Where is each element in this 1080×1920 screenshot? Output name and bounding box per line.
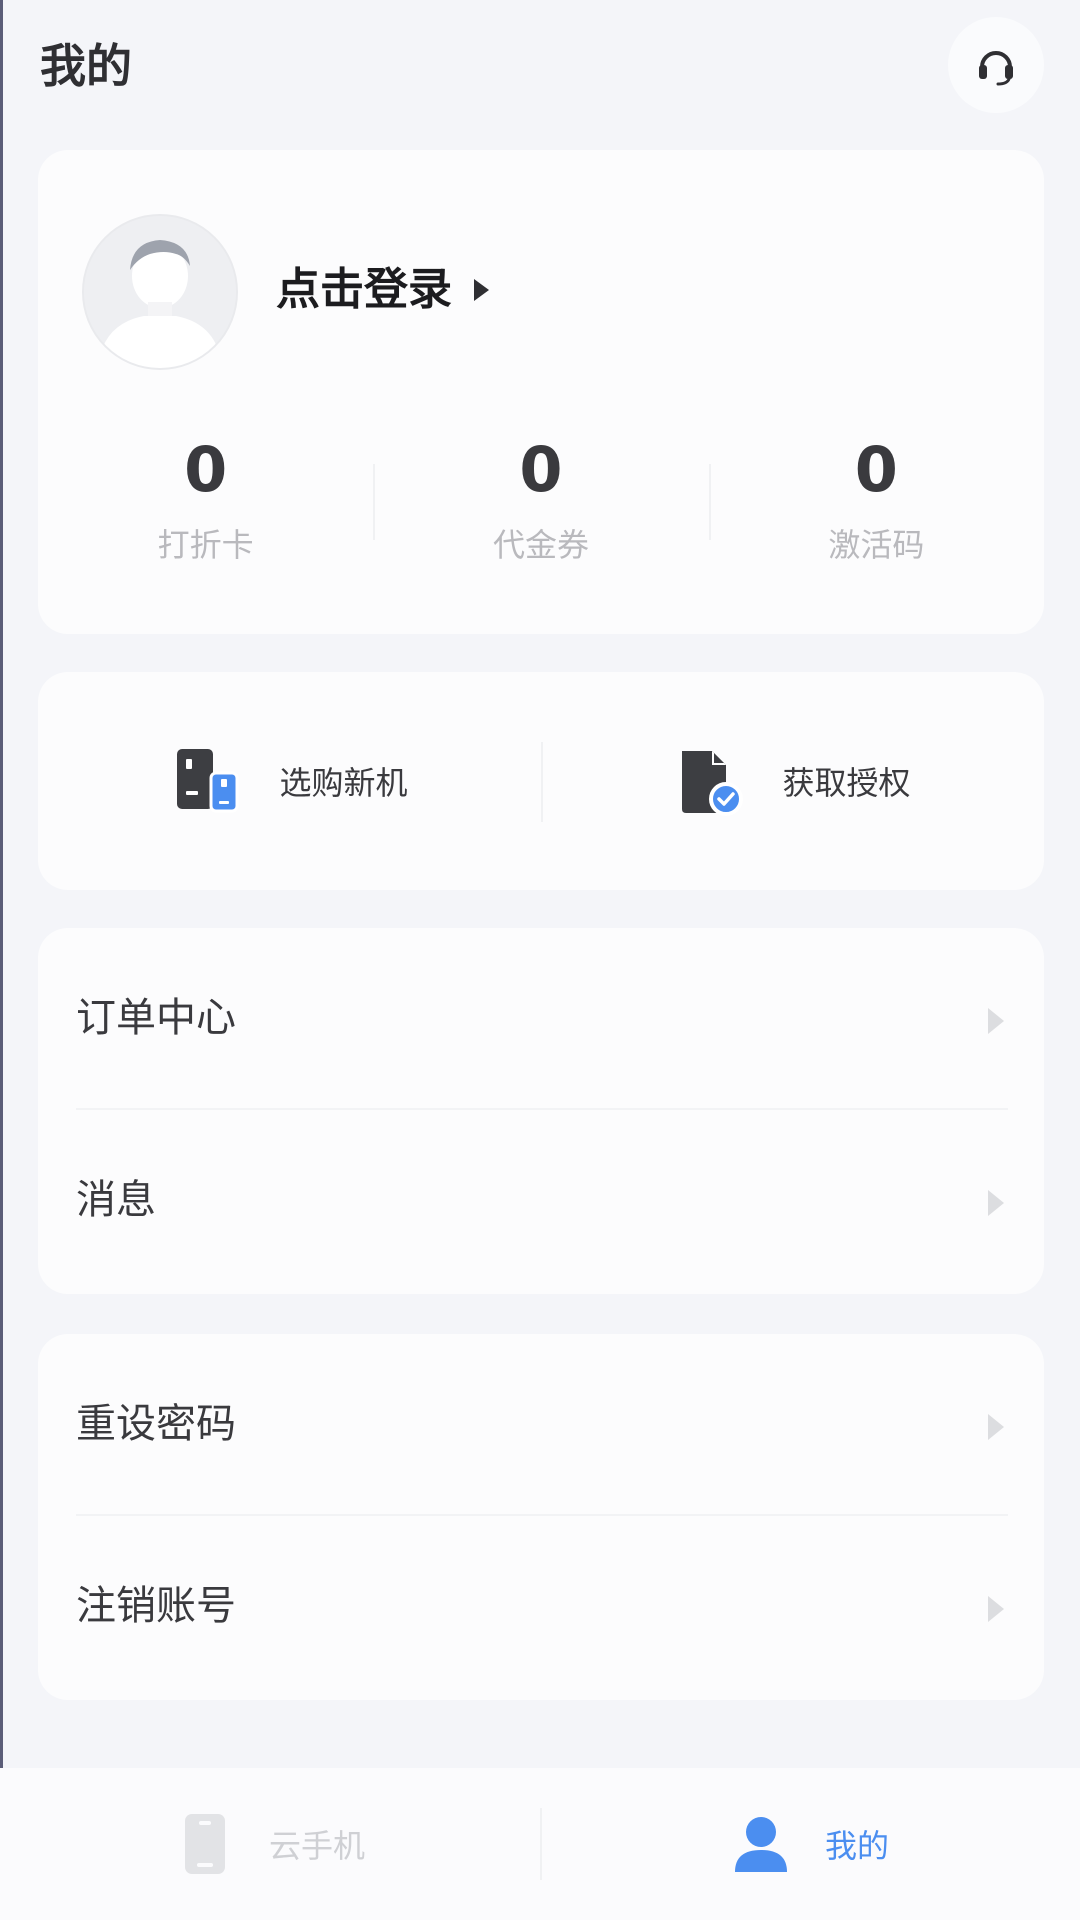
menu-item-label: 消息 <box>76 1177 156 1223</box>
default-avatar-icon <box>84 216 236 368</box>
menu-card-orders: 订单中心 消息 <box>38 928 1044 1294</box>
profile-card: 点击登录 0 打折卡 0 代金券 0 激活码 <box>38 150 1044 634</box>
login-link[interactable]: 点击登录 <box>276 260 489 320</box>
chevron-right-icon <box>988 1190 1004 1216</box>
header: 我的 <box>0 0 1080 140</box>
menu-item-delete-account[interactable]: 注销账号 <box>38 1516 1044 1698</box>
tab-cloud-phone[interactable]: 云手机 <box>0 1768 540 1920</box>
login-label: 点击登录 <box>276 264 452 315</box>
quick-actions-card: 选购新机 获取授权 <box>38 672 1044 890</box>
chevron-right-icon <box>988 1414 1004 1440</box>
stats-row: 0 打折卡 0 代金券 0 激活码 <box>38 430 1044 580</box>
stat-label: 激活码 <box>828 526 925 564</box>
quick-action-label: 获取授权 <box>782 764 911 802</box>
menu-item-label: 订单中心 <box>76 995 236 1041</box>
stat-label: 打折卡 <box>157 526 254 564</box>
chevron-right-icon <box>988 1008 1004 1034</box>
stat-activation-code[interactable]: 0 激活码 <box>708 430 1044 580</box>
user-icon <box>731 1814 791 1874</box>
chevron-right-icon <box>988 1596 1004 1622</box>
stat-voucher[interactable]: 0 代金券 <box>373 430 708 580</box>
phone-icon <box>175 1814 235 1874</box>
get-authorization-button[interactable]: 获取授权 <box>541 672 1044 890</box>
stat-discount-card[interactable]: 0 打折卡 <box>38 430 373 580</box>
avatar[interactable] <box>82 214 238 370</box>
stat-value: 0 <box>854 433 898 506</box>
stat-value: 0 <box>519 433 563 506</box>
menu-item-messages[interactable]: 消息 <box>38 1110 1044 1292</box>
headset-icon <box>979 51 1013 86</box>
buy-new-device-button[interactable]: 选购新机 <box>38 672 541 890</box>
phones-icon <box>171 745 243 817</box>
bottom-tab-bar: 云手机 我的 <box>0 1768 1080 1920</box>
left-edge <box>0 0 3 1920</box>
page-title: 我的 <box>40 39 132 93</box>
menu-item-label: 注销账号 <box>76 1583 236 1629</box>
menu-card-account: 重设密码 注销账号 <box>38 1334 1044 1700</box>
tab-label: 我的 <box>824 1827 889 1865</box>
stat-label: 代金券 <box>492 526 589 564</box>
quick-action-label: 选购新机 <box>279 764 408 802</box>
menu-item-label: 重设密码 <box>76 1401 236 1447</box>
menu-item-order-center[interactable]: 订单中心 <box>38 928 1044 1110</box>
menu-item-reset-password[interactable]: 重设密码 <box>38 1334 1044 1516</box>
stat-value: 0 <box>184 433 228 506</box>
tab-me[interactable]: 我的 <box>540 1768 1080 1920</box>
document-check-icon <box>674 745 746 817</box>
customer-service-button[interactable] <box>948 17 1044 113</box>
tab-label: 云手机 <box>268 1827 365 1865</box>
caret-right-icon <box>474 279 489 301</box>
